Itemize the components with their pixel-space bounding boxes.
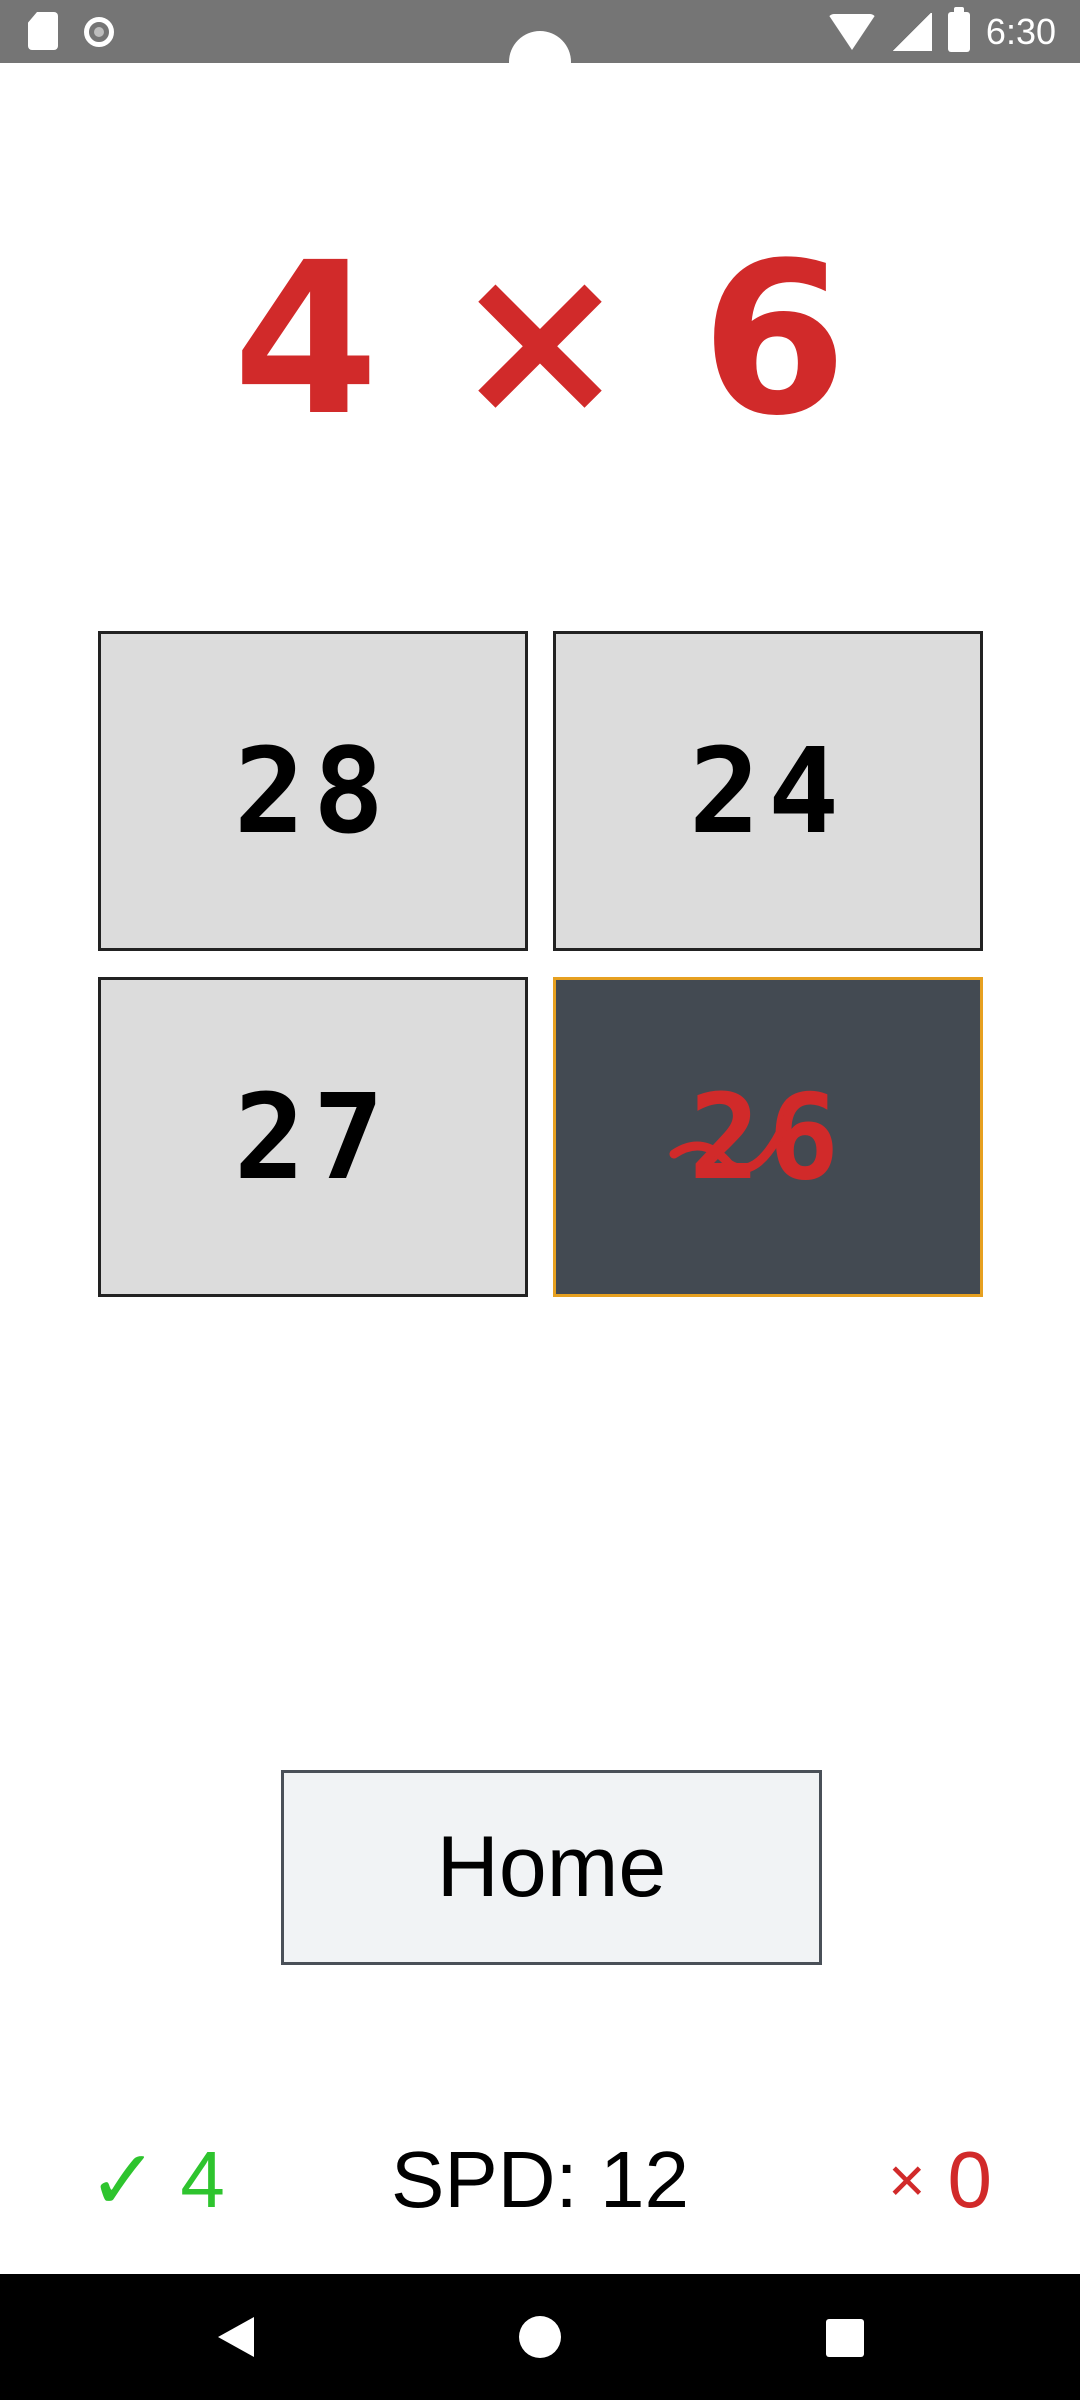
- sd-card-icon: [28, 12, 58, 50]
- camera-notch: [509, 31, 571, 93]
- answer-option-3[interactable]: 27: [98, 977, 528, 1297]
- signal-icon: [891, 13, 932, 51]
- battery-icon: [947, 7, 970, 52]
- answer-option-2[interactable]: 24: [553, 631, 983, 951]
- record-icon: [84, 17, 114, 47]
- back-icon[interactable]: [218, 2317, 254, 2357]
- score-row: ✓ 4 SPD: 12 × 0: [0, 2130, 1080, 2230]
- answer-value: 24: [688, 722, 848, 860]
- recents-icon[interactable]: [826, 2319, 864, 2357]
- answer-option-4-selected[interactable]: 26: [553, 977, 983, 1297]
- wifi-icon: [827, 14, 876, 50]
- wrong-count-value: 0: [947, 2135, 993, 2224]
- wrong-count: × 0: [888, 2130, 992, 2230]
- navigation-bar: [0, 2274, 1080, 2400]
- answer-value: 27: [233, 1068, 393, 1206]
- home-icon[interactable]: [519, 2316, 561, 2358]
- home-button[interactable]: Home: [281, 1770, 822, 1965]
- answer-value: 26: [688, 1068, 848, 1206]
- status-time: 6:30: [985, 11, 1056, 52]
- x-icon: ×: [888, 2144, 926, 2216]
- multiplication-problem: 4 × 6: [232, 217, 848, 462]
- answer-value: 28: [233, 722, 393, 860]
- answer-option-1[interactable]: 28: [98, 631, 528, 951]
